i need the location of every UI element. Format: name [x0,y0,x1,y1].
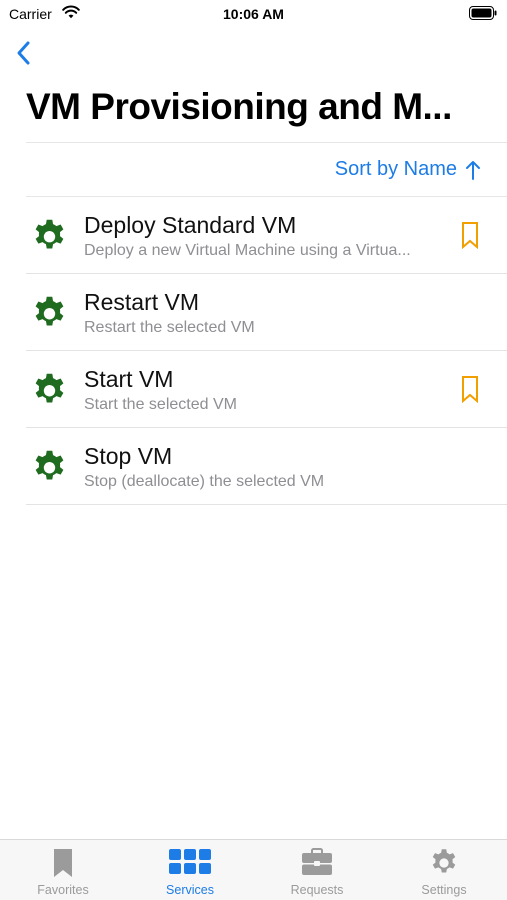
gear-icon [35,219,64,249]
gear-icon [35,373,64,403]
item-subtitle: Start the selected VM [84,396,237,413]
item-subtitle: Deploy a new Virtual Machine using a Vir… [84,242,411,259]
gear-icon [432,849,456,873]
briefcase-icon [302,848,332,875]
tab-label: Services [166,883,214,897]
list-item[interactable]: Restart VM Restart the selected VM [26,274,507,351]
tab-label: Settings [421,883,467,897]
item-title: Start VM [84,366,174,392]
tab-bar: Favorites Services Requests Settings [0,839,507,900]
battery-icon [469,6,497,20]
sort-button[interactable]: Sort by Name [335,158,481,181]
tab-favorites[interactable]: Favorites [0,840,126,900]
tab-settings[interactable]: Settings [381,840,507,900]
status-time: 10:06 AM [223,6,284,22]
list-item[interactable]: Stop VM Stop (deallocate) the selected V… [26,428,507,505]
item-subtitle: Restart the selected VM [84,319,255,336]
item-subtitle: Stop (deallocate) the selected VM [84,473,325,490]
gear-icon [35,450,64,480]
divider [26,142,507,143]
service-list: Deploy Standard VM Deploy a new Virtual … [0,197,507,505]
tab-label: Favorites [37,883,89,897]
bookmark-icon[interactable] [460,375,480,403]
bookmark-icon [54,849,72,877]
tab-services[interactable]: Services [127,840,253,900]
sort-label: Sort by Name [334,158,457,180]
gear-icon [35,296,64,326]
list-item[interactable]: Deploy Standard VM Deploy a new Virtual … [26,197,507,274]
bookmark-icon[interactable] [460,221,480,249]
back-button[interactable] [14,40,34,66]
list-item[interactable]: Start VM Start the selected VM [26,351,507,428]
item-title: Restart VM [84,289,200,315]
item-title: Stop VM [84,443,173,469]
tab-label: Requests [290,883,344,897]
grid-icon [169,849,211,874]
status-bar: Carrier 10:06 AM [0,0,507,28]
arrow-up-icon [466,160,480,180]
item-title: Deploy Standard VM [84,212,297,238]
tab-requests[interactable]: Requests [254,840,380,900]
page-title: VM Provisioning and M... [26,86,452,127]
